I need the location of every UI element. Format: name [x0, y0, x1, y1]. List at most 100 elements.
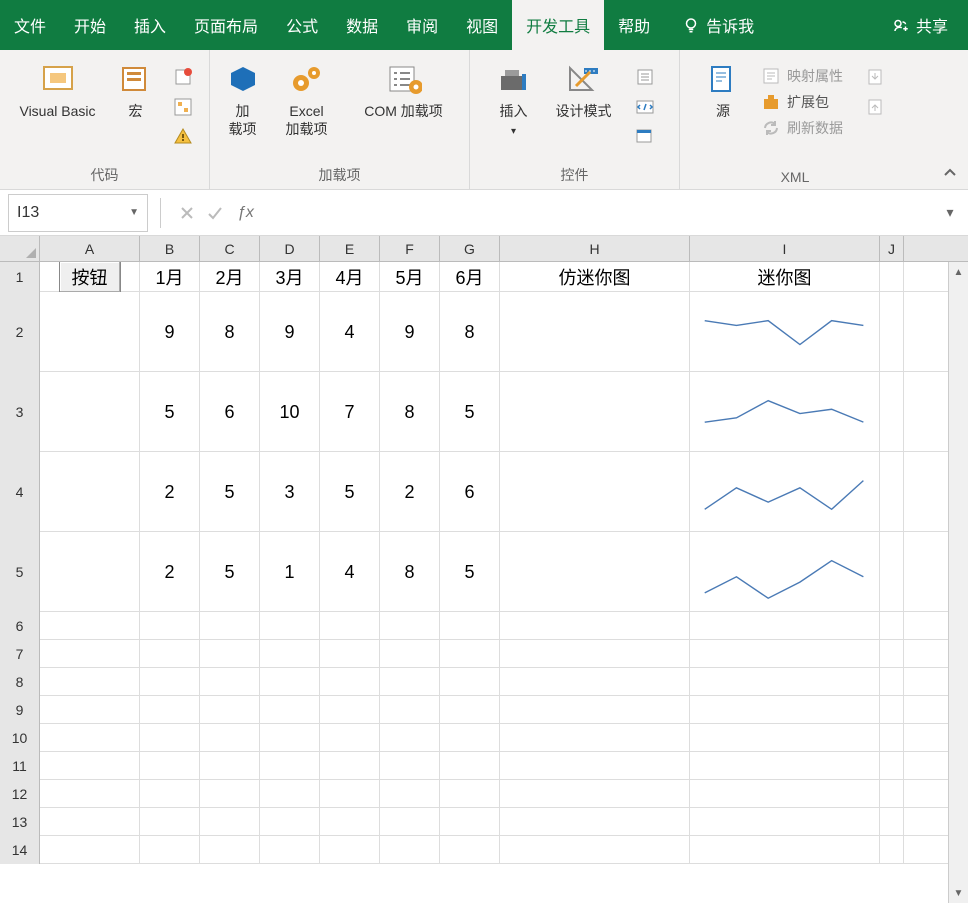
tab-home[interactable]: 开始 [60, 0, 120, 50]
cell-B5[interactable]: 2 [140, 532, 200, 612]
cell-J6[interactable] [880, 612, 904, 640]
design-mode-button[interactable]: 设计模式 [548, 56, 620, 120]
cell-I1[interactable]: 迷你图 [690, 262, 880, 292]
cell-J9[interactable] [880, 696, 904, 724]
row-header[interactable]: 10 [0, 724, 40, 752]
cell-I6[interactable] [690, 612, 880, 640]
insert-control-button[interactable]: 插入▾ [492, 56, 536, 138]
cell-H13[interactable] [500, 808, 690, 836]
cell-C5[interactable]: 5 [200, 532, 260, 612]
cell-D4[interactable]: 3 [260, 452, 320, 532]
cell-G2[interactable]: 8 [440, 292, 500, 372]
row-header[interactable]: 5 [0, 532, 40, 612]
cell-E14[interactable] [320, 836, 380, 864]
cell-A2[interactable] [40, 292, 140, 372]
cell-B14[interactable] [140, 836, 200, 864]
name-box-dropdown-icon[interactable]: ▼ [129, 207, 139, 218]
cell-I10[interactable] [690, 724, 880, 752]
cell-F12[interactable] [380, 780, 440, 808]
expand-formula-bar-button[interactable]: ▾ [936, 204, 964, 221]
cell-C13[interactable] [200, 808, 260, 836]
cell-A6[interactable] [40, 612, 140, 640]
scroll-down-button[interactable]: ▼ [949, 883, 968, 903]
row-header[interactable]: 4 [0, 452, 40, 532]
cell-D13[interactable] [260, 808, 320, 836]
cell-A8[interactable] [40, 668, 140, 696]
scroll-up-button[interactable]: ▲ [949, 262, 968, 282]
formula-input[interactable] [262, 194, 936, 232]
cell-E9[interactable] [320, 696, 380, 724]
cell-E11[interactable] [320, 752, 380, 780]
cell-C9[interactable] [200, 696, 260, 724]
cell-J3[interactable] [880, 372, 904, 452]
cell-B10[interactable] [140, 724, 200, 752]
cell-C8[interactable] [200, 668, 260, 696]
addins-button[interactable]: 加 载项 [221, 56, 265, 138]
cell-B13[interactable] [140, 808, 200, 836]
cell-F4[interactable]: 2 [380, 452, 440, 532]
cell-B6[interactable] [140, 612, 200, 640]
cell-F2[interactable]: 9 [380, 292, 440, 372]
cell-J13[interactable] [880, 808, 904, 836]
cell-J1[interactable] [880, 262, 904, 292]
view-code-button[interactable] [632, 94, 658, 120]
cell-C2[interactable]: 8 [200, 292, 260, 372]
row-header[interactable]: 9 [0, 696, 40, 724]
cell-B11[interactable] [140, 752, 200, 780]
cell-E12[interactable] [320, 780, 380, 808]
cell-G6[interactable] [440, 612, 500, 640]
cell-D12[interactable] [260, 780, 320, 808]
row-header[interactable]: 7 [0, 640, 40, 668]
cancel-formula-button[interactable] [173, 199, 201, 227]
cell-A14[interactable] [40, 836, 140, 864]
cell-F6[interactable] [380, 612, 440, 640]
cell-I5[interactable] [690, 532, 880, 612]
cell-F9[interactable] [380, 696, 440, 724]
column-header-C[interactable]: C [200, 236, 260, 261]
cell-F8[interactable] [380, 668, 440, 696]
cell-G7[interactable] [440, 640, 500, 668]
cell-G9[interactable] [440, 696, 500, 724]
cell-C4[interactable]: 5 [200, 452, 260, 532]
cell-I8[interactable] [690, 668, 880, 696]
cell-D3[interactable]: 10 [260, 372, 320, 452]
cell-F14[interactable] [380, 836, 440, 864]
column-header-A[interactable]: A [40, 236, 140, 261]
cell-H8[interactable] [500, 668, 690, 696]
cell-D7[interactable] [260, 640, 320, 668]
com-addins-button[interactable]: COM 加载项 [349, 56, 459, 120]
tab-help[interactable]: 帮助 [604, 0, 664, 50]
cell-H4[interactable] [500, 452, 690, 532]
cell-H1[interactable]: 仿迷你图 [500, 262, 690, 292]
cell-J8[interactable] [880, 668, 904, 696]
column-header-J[interactable]: J [880, 236, 904, 261]
cell-D9[interactable] [260, 696, 320, 724]
cell-E7[interactable] [320, 640, 380, 668]
column-header-H[interactable]: H [500, 236, 690, 261]
cell-D8[interactable] [260, 668, 320, 696]
cell-D6[interactable] [260, 612, 320, 640]
enter-formula-button[interactable] [201, 199, 229, 227]
relative-references-button[interactable] [170, 94, 196, 120]
cell-B2[interactable]: 9 [140, 292, 200, 372]
cell-D1[interactable]: 3月 [260, 262, 320, 292]
tab-review[interactable]: 审阅 [392, 0, 452, 50]
cell-F7[interactable] [380, 640, 440, 668]
column-header-D[interactable]: D [260, 236, 320, 261]
row-header[interactable]: 3 [0, 372, 40, 452]
cell-G11[interactable] [440, 752, 500, 780]
cell-C12[interactable] [200, 780, 260, 808]
tab-insert[interactable]: 插入 [120, 0, 180, 50]
cell-J14[interactable] [880, 836, 904, 864]
cell-G5[interactable]: 5 [440, 532, 500, 612]
row-header[interactable]: 11 [0, 752, 40, 780]
cell-E5[interactable]: 4 [320, 532, 380, 612]
cell-D11[interactable] [260, 752, 320, 780]
cell-I4[interactable] [690, 452, 880, 532]
cell-H14[interactable] [500, 836, 690, 864]
cell-A1[interactable]: 按钮 [40, 262, 140, 292]
tab-page-layout[interactable]: 页面布局 [180, 0, 272, 50]
cell-G1[interactable]: 6月 [440, 262, 500, 292]
form-button[interactable]: 按钮 [59, 262, 121, 292]
cell-I12[interactable] [690, 780, 880, 808]
